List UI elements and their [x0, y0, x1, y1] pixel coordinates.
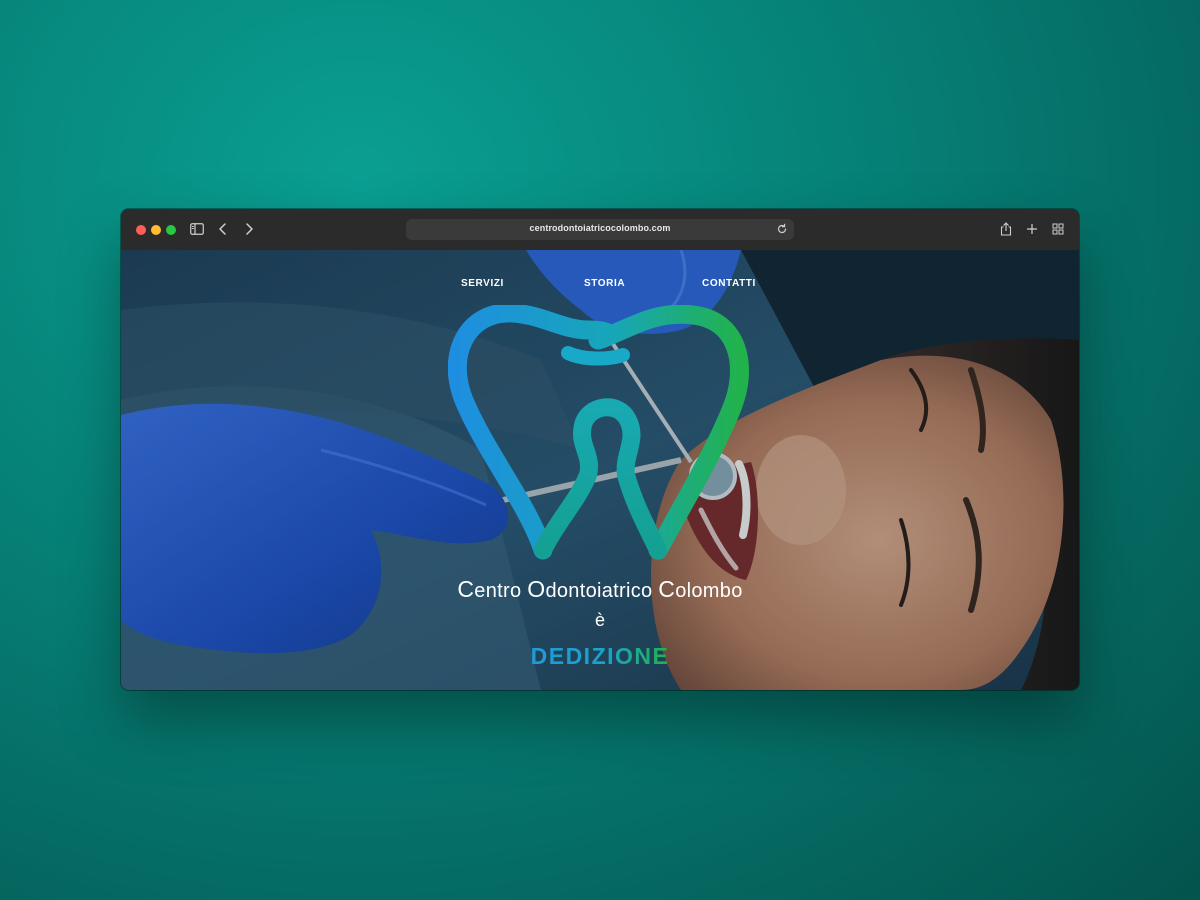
brand-word-entro: entro — [474, 580, 528, 602]
address-bar[interactable]: centrodontoiatricocolombo.com — [406, 219, 794, 240]
tagline-verb: è — [594, 610, 605, 630]
back-icon[interactable] — [213, 219, 233, 239]
nav-servizi[interactable]: SERVIZI — [461, 278, 504, 289]
new-tab-icon[interactable] — [1022, 219, 1042, 239]
reload-icon[interactable] — [776, 223, 788, 235]
sidebar-icon[interactable] — [187, 219, 207, 239]
brand-initial-c2: C — [658, 576, 676, 602]
share-icon[interactable] — [996, 219, 1016, 239]
brand-name: Centro Odontoiatrico Colombo — [121, 576, 1079, 603]
tagline-word-text: DEDIZIONE — [530, 643, 670, 669]
brand-word-dontoiatrico: dontoiatrico — [545, 580, 659, 602]
brand-initial-o: O — [527, 576, 546, 602]
brand-word-olombo: olombo — [675, 580, 743, 602]
brand-initial-c: C — [457, 576, 475, 602]
tooth-logo-icon — [448, 305, 749, 560]
tab-overview-icon[interactable] — [1048, 219, 1068, 239]
forward-icon[interactable] — [239, 219, 259, 239]
url-text: centrodontoiatricocolombo.com — [529, 223, 671, 233]
nav-contatti[interactable]: CONTATTI — [702, 278, 756, 289]
nav-storia[interactable]: STORIA — [584, 278, 625, 289]
browser-toolbar: centrodontoiatricocolombo.com — [121, 209, 1079, 251]
zoom-window-button[interactable] — [166, 225, 176, 235]
close-window-button[interactable] — [136, 225, 146, 235]
hero-section: SERVIZI STORIA CONTATTI Centro Odontoiat… — [121, 250, 1079, 690]
browser-window: centrodontoiatricocolombo.com SERVIZI ST… — [121, 209, 1079, 690]
tagline-word: DEDIZIONE — [121, 643, 1079, 670]
minimize-window-button[interactable] — [151, 225, 161, 235]
